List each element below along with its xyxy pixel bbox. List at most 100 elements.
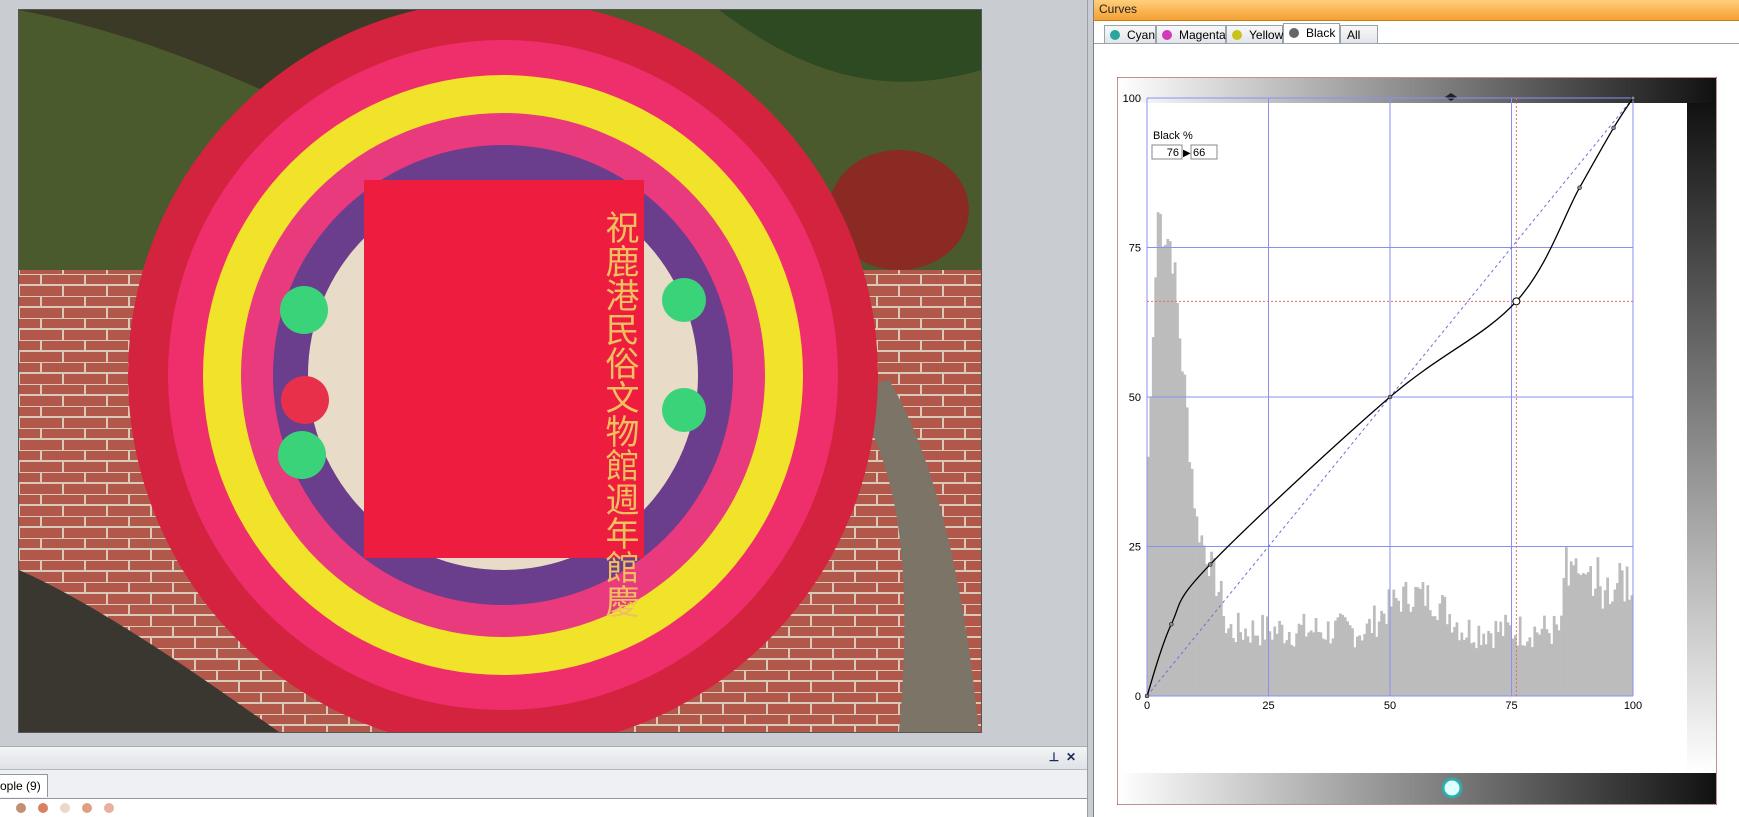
curve-point[interactable] <box>1169 621 1174 627</box>
tab-yellow[interactable]: Yellow <box>1226 25 1283 43</box>
curve-point[interactable] <box>1577 185 1582 190</box>
histogram-bar <box>1283 643 1286 696</box>
histogram-bar <box>1421 582 1425 696</box>
histogram-bar <box>1263 639 1267 696</box>
histogram-bar <box>1530 647 1534 696</box>
histogram-bar <box>1176 303 1179 696</box>
histogram-bar <box>1346 621 1349 696</box>
histogram-bar <box>1244 628 1247 696</box>
histogram-bar <box>1382 613 1386 696</box>
histogram-bar <box>1297 623 1301 696</box>
histogram-bar <box>1295 633 1298 696</box>
tab-magenta[interactable]: Magenta <box>1156 25 1226 43</box>
histogram-bar <box>1540 628 1544 696</box>
dock-tabstrip: ople (9) <box>0 770 1087 799</box>
histogram-bar <box>1526 641 1529 696</box>
histogram-bar <box>1518 616 1522 696</box>
x-tick-label: 75 <box>1505 700 1517 712</box>
histogram-bar <box>1261 614 1264 696</box>
histogram-bar <box>1598 586 1602 696</box>
tab-label: Black <box>1306 26 1336 40</box>
histogram-bar <box>1625 566 1629 696</box>
thumbnail-icon[interactable] <box>60 803 70 813</box>
histogram-bar <box>1458 640 1461 696</box>
dock-tab-label: ople (9) <box>0 779 41 793</box>
bottom-slider-handle[interactable] <box>1441 777 1463 799</box>
tab-label: Cyan <box>1127 28 1156 42</box>
close-icon[interactable]: ✕ <box>1064 750 1078 764</box>
sign-text: 祝鹿港民俗文物館週年館慶 <box>599 210 639 618</box>
histogram-bar <box>1370 632 1374 696</box>
histogram-bar <box>1365 623 1369 696</box>
histogram-bar <box>1309 630 1313 696</box>
thumbnail-icon[interactable] <box>82 803 92 813</box>
histogram-bar <box>1550 643 1554 696</box>
histogram-bar <box>1380 610 1384 696</box>
histogram-bar <box>1239 632 1243 696</box>
histogram-bar <box>1538 634 1541 696</box>
histogram-bar <box>1492 647 1495 696</box>
thumbnail-icon[interactable] <box>104 803 114 813</box>
histogram-bar <box>1307 632 1311 696</box>
histogram-bar <box>1445 624 1449 696</box>
histogram-bar <box>1341 614 1345 696</box>
histogram-bar <box>1620 570 1624 696</box>
histogram-bar <box>1326 621 1330 696</box>
histogram-bar <box>1273 626 1277 696</box>
histogram-bar <box>1606 577 1609 696</box>
histogram-bar <box>1615 583 1619 696</box>
histogram-bar <box>1477 625 1481 696</box>
curves-editor[interactable]: 00 25 25 50 50 75 75 100 100 Black % 76 ▶ 66 <box>1117 77 1717 805</box>
curve-point[interactable] <box>1144 693 1150 699</box>
histogram-bar <box>1249 642 1252 696</box>
histogram-bar <box>1363 634 1366 696</box>
histogram-bar <box>1436 620 1439 696</box>
histogram-bar <box>1151 337 1155 696</box>
thumbnail-icon[interactable] <box>16 803 26 813</box>
histogram-bar <box>1258 645 1262 696</box>
x-tick-label: 100 <box>1624 700 1642 712</box>
histogram-bar <box>1181 371 1184 696</box>
histogram-bar <box>1236 612 1240 696</box>
histogram-bar <box>1202 545 1206 696</box>
selected-curve-point[interactable] <box>1512 297 1521 306</box>
histogram-bar <box>1574 558 1578 696</box>
pin-icon[interactable]: ⊥ <box>1047 750 1061 764</box>
tab-label: All <box>1347 28 1361 42</box>
histogram-bar <box>1496 631 1500 696</box>
histogram-bar <box>1584 574 1588 696</box>
histogram-bar <box>1426 585 1430 696</box>
histogram-bar <box>1161 246 1165 697</box>
histogram-bar <box>1479 645 1483 696</box>
histogram-bar <box>1623 601 1627 696</box>
y-tick-label: 75 <box>1129 243 1141 255</box>
histogram-bar <box>1159 213 1162 696</box>
tab-all[interactable]: All <box>1340 25 1378 43</box>
curve-point[interactable] <box>1611 125 1616 131</box>
curves-panel: Curves Cyan Magenta Yellow Black All 0 0… <box>1093 0 1739 817</box>
histogram-bar <box>1475 648 1478 696</box>
histogram-bar <box>1470 643 1473 696</box>
tab-black[interactable]: Black <box>1283 23 1340 44</box>
top-gradient-bar <box>1118 78 1716 103</box>
histogram-bar <box>1207 576 1211 696</box>
curve-point[interactable] <box>1207 562 1213 567</box>
histogram-bar <box>1564 547 1568 696</box>
curve-point[interactable] <box>1630 95 1636 101</box>
magenta-channel-icon <box>1162 30 1172 40</box>
histogram-bar <box>1253 635 1257 696</box>
histogram-bar <box>1351 628 1354 696</box>
histogram-bar <box>1154 277 1158 696</box>
histogram-bar <box>1428 610 1432 696</box>
photo-canvas[interactable]: 祝鹿港民俗文物館週年館慶 <box>18 9 982 733</box>
tab-baseline <box>1094 43 1739 44</box>
thumbnail-icon[interactable] <box>38 803 48 813</box>
dock-tab-people[interactable]: ople (9) <box>0 774 48 797</box>
histogram-bar <box>1484 644 1488 696</box>
histogram-bar <box>1287 632 1291 696</box>
histogram-bar <box>1453 627 1456 696</box>
curve-point[interactable] <box>1387 394 1393 400</box>
histogram-bar <box>1392 589 1396 696</box>
tab-cyan[interactable]: Cyan <box>1104 25 1156 43</box>
histogram-bar <box>1210 551 1213 696</box>
